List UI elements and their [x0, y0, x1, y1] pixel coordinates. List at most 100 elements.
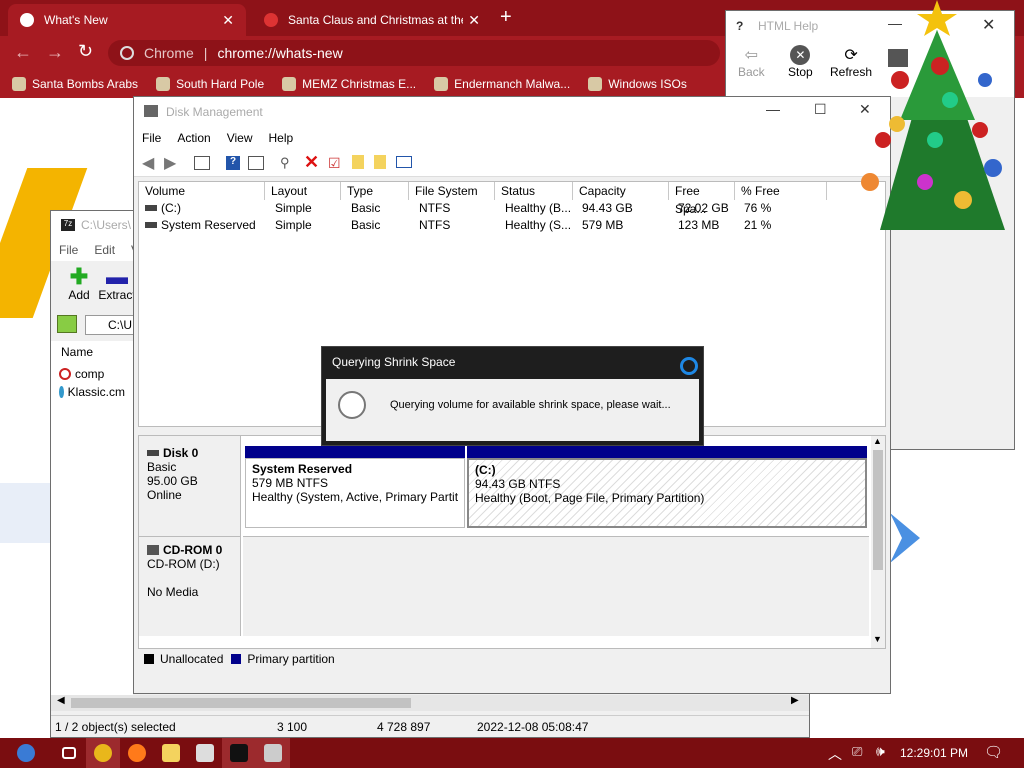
volume-icon[interactable]: 🕪 — [876, 743, 885, 760]
partition-system-reserved[interactable]: System Reserved 579 MB NTFS Healthy (Sys… — [245, 458, 465, 528]
notifications-icon[interactable]: 🗨 — [984, 743, 1003, 761]
chrome-icon — [20, 13, 34, 27]
disk-name: Disk 0 — [163, 446, 199, 460]
scroll-left-icon[interactable]: ◀ — [57, 695, 65, 706]
column-header-free-space[interactable]: Free Spa... — [669, 182, 735, 216]
clock[interactable]: 12:29:01 PM — [900, 746, 968, 760]
menu-help[interactable]: Help — [261, 131, 302, 145]
folder-icon[interactable] — [352, 155, 364, 169]
cdrom-icon — [147, 545, 159, 555]
reload-icon[interactable]: ↻ — [78, 41, 93, 62]
omnibox[interactable]: Chrome | chrome://whats-new — [108, 40, 720, 66]
scroll-down-icon[interactable]: ▼ — [873, 634, 882, 644]
sevenzip-icon — [230, 744, 248, 762]
menu-action[interactable]: Action — [169, 131, 218, 145]
stop-label: Stop — [788, 65, 813, 79]
list-item[interactable]: Klassic.cm — [51, 385, 133, 399]
column-header-type[interactable]: Type — [341, 182, 409, 200]
extract-label: Extract — [98, 288, 136, 302]
column-header-percent-free[interactable]: % Free — [735, 182, 827, 200]
horizontal-scrollbar[interactable]: ◀ ▶ — [51, 695, 809, 711]
taskbar-firefox[interactable] — [120, 738, 154, 768]
site-icon — [264, 13, 278, 27]
connect-icon[interactable]: ⚲ — [280, 155, 290, 171]
menu-view[interactable]: View — [219, 131, 261, 145]
table-row[interactable]: System Reserved Simple Basic NTFS Health… — [139, 217, 885, 235]
partition-status: Healthy (Boot, Page File, Primary Partit… — [475, 491, 705, 505]
bookmark-item[interactable]: Endermanch Malwa... — [434, 77, 570, 91]
scroll-thumb[interactable] — [71, 698, 411, 708]
vertical-scrollbar[interactable]: ▲ ▼ — [871, 436, 885, 648]
scroll-right-icon[interactable]: ▶ — [791, 695, 799, 706]
column-header-status[interactable]: Status — [495, 182, 573, 200]
table-row[interactable]: (C:) Simple Basic NTFS Healthy (B... 94.… — [139, 200, 885, 218]
minimize-icon[interactable]: — — [766, 101, 780, 117]
bookmark-item[interactable]: MEMZ Christmas E... — [282, 77, 416, 91]
back-icon[interactable]: ◀ — [142, 153, 154, 173]
stop-button[interactable]: ✕ Stop — [788, 45, 813, 79]
close-tab-icon[interactable]: ✕ — [468, 12, 480, 29]
status-packed-size: 4 728 897 — [377, 720, 431, 734]
cdrom-area — [243, 536, 869, 636]
list-item[interactable]: comp — [51, 363, 133, 385]
bookmark-item[interactable]: South Hard Pole — [156, 77, 264, 91]
menu-file[interactable]: File — [51, 243, 86, 257]
extract-button[interactable]: ▬ Extract — [97, 266, 137, 303]
scroll-thumb[interactable] — [873, 450, 883, 570]
column-header-layout[interactable]: Layout — [265, 182, 341, 200]
scroll-up-icon[interactable]: ▲ — [873, 436, 882, 446]
search-folder-icon[interactable] — [374, 155, 386, 169]
bookmark-icon — [434, 77, 449, 91]
start-button[interactable] — [0, 738, 52, 768]
partition-c[interactable]: (C:) 94.43 GB NTFS Healthy (Boot, Page F… — [467, 458, 867, 528]
christmas-tree-icon — [861, 0, 1005, 230]
column-name-header[interactable]: Name — [51, 341, 133, 363]
taskbar-html-help[interactable] — [188, 738, 222, 768]
add-button[interactable]: ✚ Add — [59, 264, 99, 303]
disk-0-label[interactable]: Disk 0 Basic 95.00 GB Online — [139, 436, 241, 536]
sevenzip-icon: 7z — [61, 219, 75, 231]
busy-spinner-icon — [680, 357, 698, 375]
network-icon[interactable]: ⎚ — [852, 744, 862, 760]
partition-size: 579 MB NTFS — [252, 476, 329, 490]
path-text: C:\U — [108, 318, 132, 332]
file-name: comp — [75, 367, 105, 381]
close-tab-icon[interactable]: ✕ — [222, 12, 234, 29]
delete-icon[interactable]: ✕ — [304, 152, 319, 173]
column-header-file-system[interactable]: File System — [409, 182, 495, 200]
column-header-capacity[interactable]: Capacity — [573, 182, 669, 200]
taskbar-chrome[interactable] — [86, 738, 120, 768]
forward-icon[interactable]: ▶ — [164, 153, 176, 173]
view-icon[interactable] — [396, 156, 412, 168]
forward-arrow-icon[interactable]: → — [46, 42, 64, 63]
bookmark-item[interactable]: Windows ISOs — [588, 77, 687, 91]
chevron-up-icon[interactable]: ︿ — [828, 744, 842, 764]
back-arrow-icon[interactable]: ← — [14, 42, 32, 63]
disk-state: Online — [147, 488, 182, 502]
task-view-button[interactable] — [52, 738, 86, 768]
help-icon[interactable]: ? — [226, 156, 240, 170]
menu-edit[interactable]: Edit — [86, 243, 123, 257]
maximize-icon[interactable]: ☐ — [814, 101, 827, 118]
check-icon[interactable]: ☑ — [328, 155, 341, 172]
plus-icon: ✚ — [69, 264, 89, 289]
cell-status: Healthy (B... — [505, 201, 572, 215]
dialog-message: Querying volume for available shrink spa… — [390, 399, 671, 411]
cdrom-0-label[interactable]: CD-ROM 0 CD-ROM (D:) No Media — [139, 536, 241, 636]
help-icon — [196, 744, 214, 762]
back-button[interactable]: ⇦ Back — [738, 45, 765, 79]
new-tab-button[interactable]: + — [500, 6, 512, 29]
tab-santa-claus[interactable]: Santa Claus and Christmas at the ✕ — [252, 4, 492, 36]
taskbar-disk-management[interactable] — [256, 738, 290, 768]
column-header-volume[interactable]: Volume — [139, 182, 265, 200]
legend-unallocated: Unallocated — [160, 652, 224, 666]
tab-whats-new[interactable]: What's New ✕ — [8, 4, 246, 36]
up-folder-icon[interactable] — [57, 315, 77, 333]
bookmark-item[interactable]: Santa Bombs Arabs — [12, 77, 138, 91]
menu-file[interactable]: File — [134, 131, 169, 145]
taskbar-file-explorer[interactable] — [154, 738, 188, 768]
properties-icon[interactable] — [248, 156, 264, 170]
console-tree-icon[interactable] — [194, 156, 210, 170]
cell-layout: Simple — [275, 218, 312, 232]
taskbar-7zip[interactable] — [222, 738, 256, 768]
